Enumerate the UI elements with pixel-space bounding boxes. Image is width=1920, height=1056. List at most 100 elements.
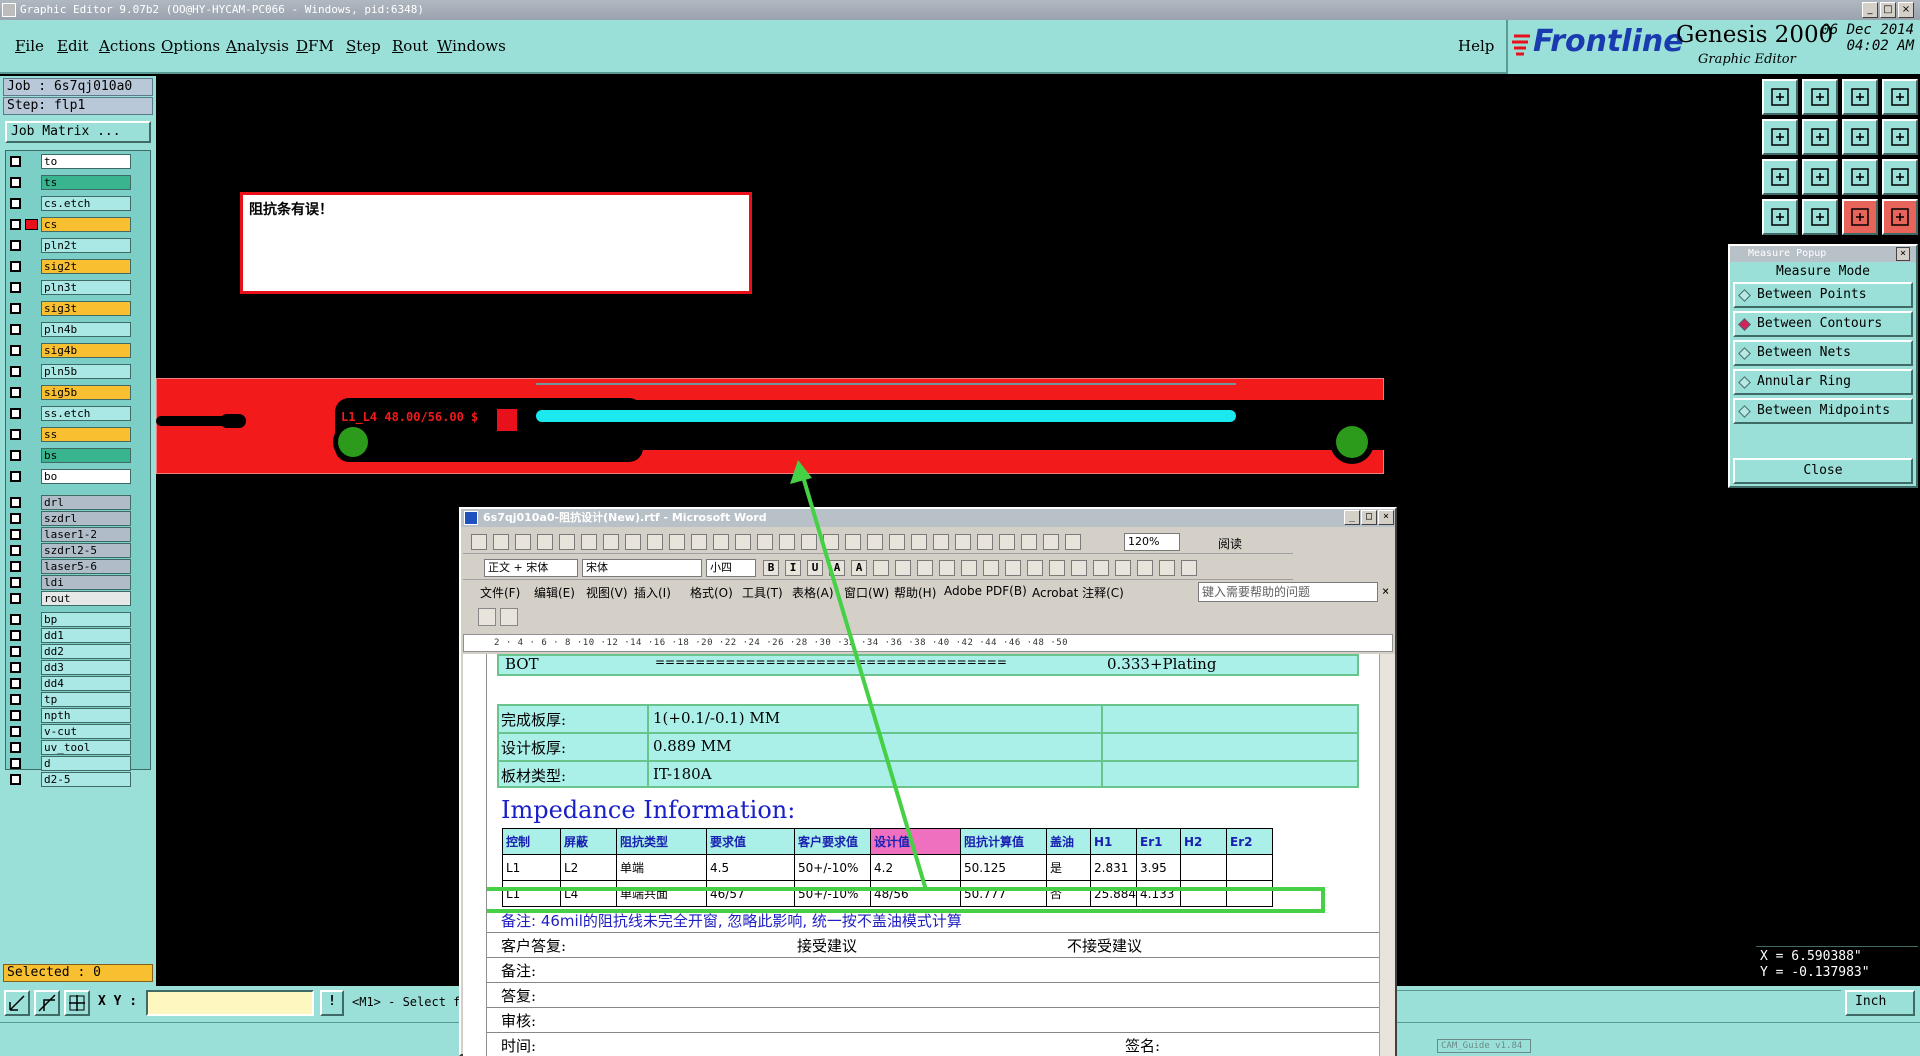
- layer-checkbox[interactable]: [10, 198, 21, 209]
- format-button-icon[interactable]: [873, 560, 889, 576]
- layer-checkbox[interactable]: [10, 408, 21, 419]
- layer-checkbox[interactable]: [10, 593, 21, 604]
- toolbar-button-icon[interactable]: [625, 534, 641, 550]
- maximize-icon[interactable]: □: [1880, 2, 1896, 18]
- layer-name[interactable]: sig2t: [41, 259, 131, 274]
- layer-checkbox[interactable]: [10, 345, 21, 356]
- layer-checkbox[interactable]: [10, 630, 21, 641]
- layer-row-bs[interactable]: bs: [8, 448, 148, 463]
- ratio-icon[interactable]: [1842, 159, 1878, 195]
- layer-row-dd3[interactable]: dd3: [8, 660, 148, 675]
- layer-stack-icon[interactable]: [1842, 199, 1878, 235]
- toolbar-button-icon[interactable]: [581, 534, 597, 550]
- format-button-icon[interactable]: [1093, 560, 1109, 576]
- layer-row-d[interactable]: d: [8, 756, 148, 771]
- layer-row-tp[interactable]: tp: [8, 692, 148, 707]
- layer-name[interactable]: laser1-2: [41, 527, 131, 542]
- layer-row-cs[interactable]: cs: [8, 217, 148, 232]
- measure-option-between-points[interactable]: Between Points: [1733, 282, 1913, 308]
- toolbar-button-icon[interactable]: [845, 534, 861, 550]
- word-maximize-icon[interactable]: □: [1361, 510, 1377, 525]
- radio-icon[interactable]: [1738, 347, 1751, 360]
- layer-row-sig2t[interactable]: sig2t: [8, 259, 148, 274]
- left-step-icon[interactable]: [1762, 119, 1798, 155]
- layer-checkbox[interactable]: [10, 646, 21, 657]
- xy-input[interactable]: [146, 990, 314, 1016]
- layer-name[interactable]: szdrl: [41, 511, 131, 526]
- menu-dfm[interactable]: DFM: [296, 37, 334, 55]
- radio-icon[interactable]: [1738, 289, 1751, 302]
- layer-row-ldi[interactable]: ldi: [8, 575, 148, 590]
- layer-checkbox[interactable]: [10, 303, 21, 314]
- layer-name[interactable]: dd3: [41, 660, 131, 675]
- save-icon[interactable]: [1802, 79, 1838, 115]
- home-icon[interactable]: [1842, 79, 1878, 115]
- menu-edit[interactable]: Edit: [57, 37, 88, 55]
- style-combo[interactable]: 正文 + 宋体: [484, 559, 578, 577]
- layer-checkbox[interactable]: [10, 429, 21, 440]
- layer-row-v-cut[interactable]: v-cut: [8, 724, 148, 739]
- help-search-input[interactable]: 键入需要帮助的问题: [1198, 582, 1378, 602]
- job-matrix-button[interactable]: Job Matrix ...: [5, 121, 151, 143]
- format-button-icon[interactable]: [1181, 560, 1197, 576]
- layer-name[interactable]: npth: [41, 708, 131, 723]
- tool-settings-icon[interactable]: [1882, 199, 1918, 235]
- layer-name[interactable]: cs.etch: [41, 196, 131, 211]
- word-menu-item[interactable]: 文件(F): [480, 584, 520, 601]
- word-menu-item[interactable]: 格式(O): [690, 584, 733, 601]
- layer-row-dd2[interactable]: dd2: [8, 644, 148, 659]
- layer-name[interactable]: ts: [41, 175, 131, 190]
- format-button-icon[interactable]: [1027, 560, 1043, 576]
- layer-row-d2-5[interactable]: d2-5: [8, 772, 148, 787]
- layer-name[interactable]: dd4: [41, 676, 131, 691]
- layer-checkbox[interactable]: [10, 561, 21, 572]
- menu-windows[interactable]: Windows: [437, 37, 506, 55]
- layer-name[interactable]: v-cut: [41, 724, 131, 739]
- toolbar-button-icon[interactable]: [889, 534, 905, 550]
- undo-icon[interactable]: [1842, 119, 1878, 155]
- layer-row-cs.etch[interactable]: cs.etch: [8, 196, 148, 211]
- zoom-fit-icon[interactable]: [4, 990, 30, 1016]
- layer-checkbox[interactable]: [10, 366, 21, 377]
- snap-icon[interactable]: [34, 990, 60, 1016]
- layer-name[interactable]: pln5b: [41, 364, 131, 379]
- layer-row-pln2t[interactable]: pln2t: [8, 238, 148, 253]
- format-button-icon[interactable]: [1137, 560, 1153, 576]
- toolbar-button-icon[interactable]: [823, 534, 839, 550]
- layer-name[interactable]: ss: [41, 427, 131, 442]
- format-button-icon[interactable]: [895, 560, 911, 576]
- measure-option-between-contours[interactable]: Between Contours: [1733, 311, 1913, 337]
- word-menu-item[interactable]: Acrobat 注释(C): [1032, 584, 1124, 601]
- toolbar-button-icon[interactable]: [493, 534, 509, 550]
- measure-option-between-midpoints[interactable]: Between Midpoints: [1733, 398, 1913, 424]
- toolbar-button-icon[interactable]: [647, 534, 663, 550]
- grid-icon[interactable]: [64, 990, 90, 1016]
- toolbar-button-icon[interactable]: [515, 534, 531, 550]
- toolbar-button-icon[interactable]: [669, 534, 685, 550]
- toolbar-button-icon[interactable]: [1065, 534, 1081, 550]
- layer-row-szdrl[interactable]: szdrl: [8, 511, 148, 526]
- layer-name[interactable]: sig4b: [41, 343, 131, 358]
- measure-popup-close-icon[interactable]: ×: [1896, 247, 1910, 261]
- layer-row-drl[interactable]: drl: [8, 495, 148, 510]
- layer-row-sig5b[interactable]: sig5b: [8, 385, 148, 400]
- format-button-icon[interactable]: I: [785, 560, 801, 576]
- format-button-icon[interactable]: [1159, 560, 1175, 576]
- format-button-icon[interactable]: A: [829, 560, 845, 576]
- layer-checkbox[interactable]: [10, 678, 21, 689]
- layer-row-to[interactable]: to: [8, 154, 148, 169]
- layer-name[interactable]: d: [41, 756, 131, 771]
- layer-name[interactable]: cs: [41, 217, 131, 232]
- menu-step[interactable]: Step: [346, 37, 381, 55]
- layer-name[interactable]: d2-5: [41, 772, 131, 787]
- layer-checkbox[interactable]: [10, 774, 21, 785]
- cam-guide-tab[interactable]: CAM_Guide v1.84: [1437, 1039, 1531, 1053]
- layer-checkbox[interactable]: [10, 156, 21, 167]
- toolbar-button-icon[interactable]: [735, 534, 751, 550]
- zoom-icon[interactable]: [1802, 159, 1838, 195]
- measure-option-between-nets[interactable]: Between Nets: [1733, 340, 1913, 366]
- open-job-icon[interactable]: [1762, 79, 1798, 115]
- layer-checkbox[interactable]: [10, 471, 21, 482]
- measure-close-button[interactable]: Close: [1733, 458, 1913, 484]
- toolbar-button-icon[interactable]: [801, 534, 817, 550]
